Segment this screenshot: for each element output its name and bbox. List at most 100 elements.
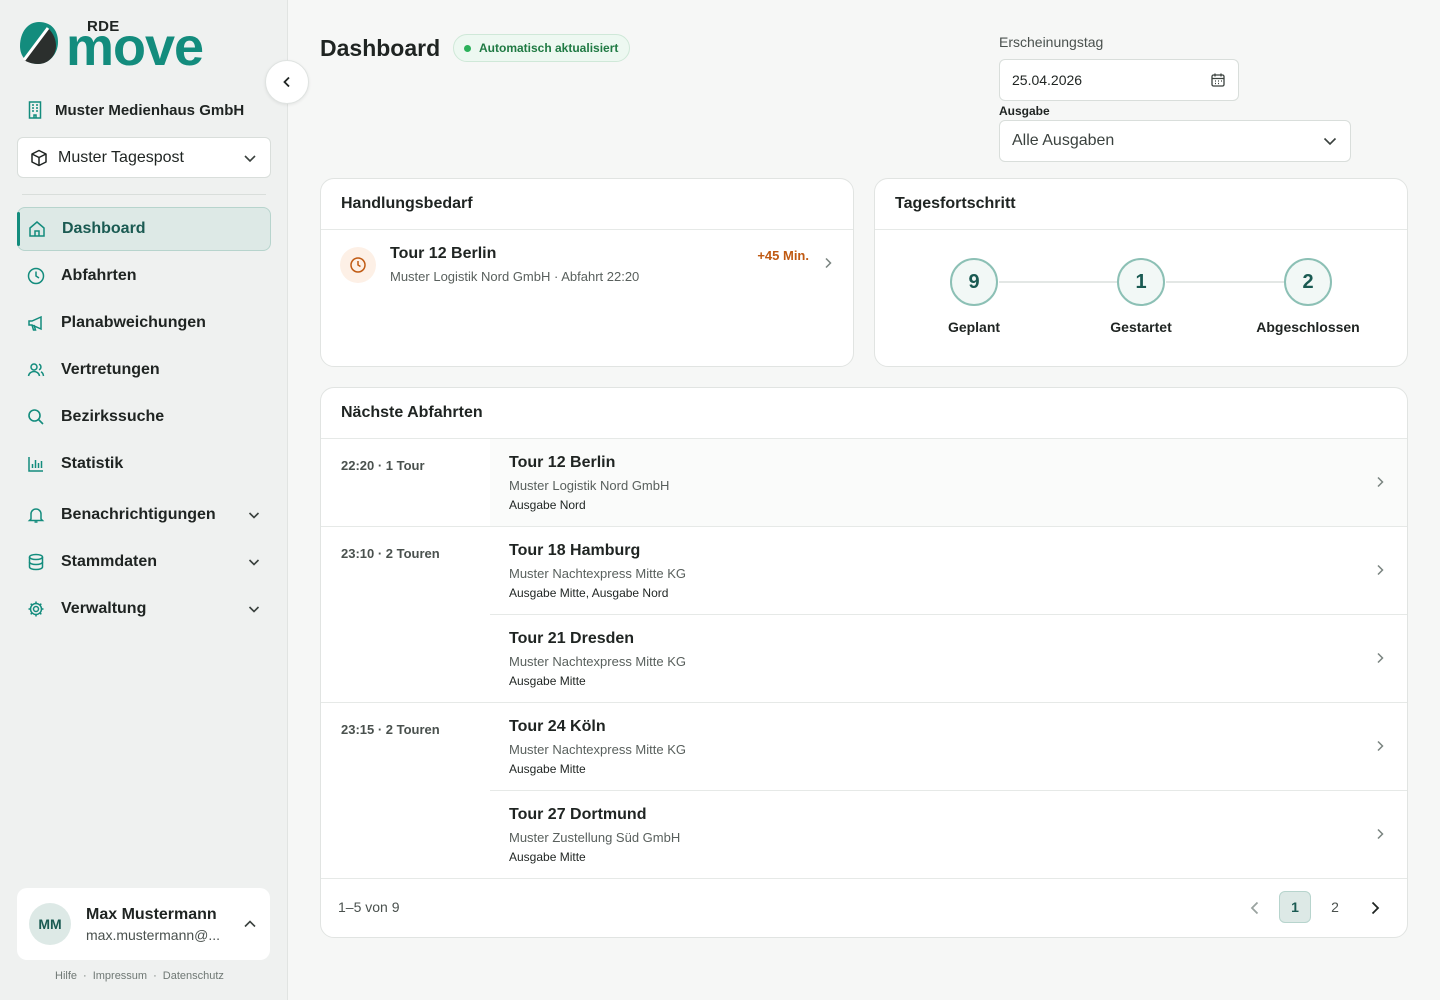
pagination: 1–5 von 9 1 2 [321,879,1407,936]
tour-editions: Ausgabe Mitte [509,850,586,864]
footer-separator: · [83,970,87,982]
nav-item-benachrichtigungen[interactable]: Benachrichtigungen [17,493,271,537]
date-field[interactable]: 25.04.2026 [999,59,1239,101]
brand-name: move [66,17,204,77]
imprint-link[interactable]: Impressum [93,970,147,982]
chevron-up-icon [244,920,256,928]
logo-mark-icon [20,22,58,64]
status-badge-label: Automatisch aktualisiert [479,41,619,55]
megaphone-icon [27,314,45,332]
departure-row[interactable]: 23:15 · 2 Touren Tour 24 Köln Muster Nac… [321,703,1407,791]
nav-label: Stammdaten [61,553,158,570]
action-tour: Tour 12 Berlin [390,245,497,262]
chevron-down-icon [248,512,260,519]
nav-label: Dashboard [62,220,146,237]
app-logo[interactable]: RDE move [18,17,248,77]
tour-editions: Ausgabe Mitte, Ausgabe Nord [509,586,669,600]
previous-page-icon[interactable] [1247,900,1263,916]
tour-company: Muster Logistik Nord GmbH [509,478,670,493]
delay-badge: +45 Min. [757,248,809,263]
tour-company: Muster Nachtexpress Mitte KG [509,742,686,757]
chevron-down-icon [244,154,256,162]
footer-links: Hilfe · Impressum · Datenschutz [55,970,224,982]
chevron-down-icon [1323,137,1337,146]
building-icon [28,101,42,119]
nav-item-vertretungen[interactable]: Vertretungen [17,348,271,392]
edition-select[interactable]: Alle Ausgaben [999,120,1351,162]
step-label-completed: Abgeschlossen [1256,319,1360,335]
bell-icon [27,506,45,524]
nav-item-abfahrten[interactable]: Abfahrten [17,254,271,298]
tour-name: Tour 18 Hamburg [509,542,641,559]
users-icon [27,361,45,379]
card-title: Tagesfortschritt [875,179,1407,230]
user-menu[interactable]: MM Max Mustermann max.mustermann@... [17,888,270,960]
calendar-icon [1211,73,1225,87]
database-icon [27,553,45,571]
sidebar: RDE move Muster Medienhaus GmbH Muster T… [0,0,288,1000]
step-label-started: Gestartet [1110,319,1172,335]
page-button-2[interactable]: 2 [1319,891,1351,923]
main-nav: Dashboard Abfahrten Planabweichungen Ver… [17,207,271,634]
edition-label: Ausgabe [999,104,1050,118]
gear-icon [27,600,45,618]
tour-company: Muster Nachtexpress Mitte KG [509,654,686,669]
pagination-summary: 1–5 von 9 [338,899,400,915]
publication-value: Muster Tagespost [58,148,184,166]
chevron-right-icon [1377,564,1384,576]
chevron-down-icon [248,606,260,613]
user-email: max.mustermann@... [86,926,221,943]
clock-icon [27,267,45,285]
nav-label: Abfahrten [61,267,137,284]
page-title: Dashboard [320,35,441,61]
nav-item-stammdaten[interactable]: Stammdaten [17,540,271,584]
bar-chart-icon [27,455,45,473]
next-departures-card: Nächste Abfahrten 22:20 · 1 Tour Tour 12… [320,387,1408,938]
step-count-planned: 9 [950,258,998,306]
nav-item-planabweichungen[interactable]: Planabweichungen [17,301,271,345]
help-link[interactable]: Hilfe [55,970,77,982]
departure-time: 22:20 · 1 Tour [341,458,425,473]
date-label: Erscheinungstag [999,34,1104,50]
date-value: 25.04.2026 [1012,72,1083,88]
clock-icon [340,247,376,283]
tour-name: Tour 27 Dortmund [509,806,647,823]
step-label-planned: Geplant [947,319,1001,335]
collapse-sidebar-button[interactable] [265,60,309,104]
tour-company: Muster Nachtexpress Mitte KG [509,566,686,581]
action-needed-card: Handlungsbedarf Tour 12 Berlin Muster Lo… [320,178,854,367]
nav-item-bezirkssuche[interactable]: Bezirkssuche [17,395,271,439]
package-icon [31,149,47,166]
chevron-right-icon [1377,740,1384,752]
organization: Muster Medienhaus GmbH [28,101,244,119]
nav-item-verwaltung[interactable]: Verwaltung [17,587,271,631]
footer-separator: · [153,970,157,982]
tour-name: Tour 24 Köln [509,718,606,735]
progress-connector [1166,281,1285,283]
departure-row[interactable]: Tour 21 Dresden Muster Nachtexpress Mitt… [321,615,1407,703]
page-button-1[interactable]: 1 [1279,891,1311,923]
progress-card: Tagesfortschritt 9 1 2 Geplant Gestartet… [874,178,1408,367]
nav-item-dashboard[interactable]: Dashboard [17,207,271,251]
next-page-icon[interactable] [1367,900,1383,916]
chevron-left-icon [283,76,290,88]
chevron-right-icon [1377,476,1384,488]
nav-label: Vertretungen [61,361,160,378]
chevron-down-icon [248,559,260,566]
departure-row[interactable]: 22:20 · 1 Tour Tour 12 Berlin Muster Log… [321,439,1407,527]
nav-label: Statistik [61,455,124,472]
publication-select[interactable]: Muster Tagespost [17,137,271,178]
tour-editions: Ausgabe Mitte [509,762,586,776]
nav-label: Benachrichtigungen [61,506,216,523]
nav-item-statistik[interactable]: Statistik [17,442,271,486]
tour-editions: Ausgabe Mitte [509,674,586,688]
departure-row[interactable]: 23:10 · 2 Touren Tour 18 Hamburg Muster … [321,527,1407,615]
avatar: MM [29,903,71,945]
progress-stepper: 9 1 2 Geplant Gestartet Abgeschlossen [875,230,1407,365]
action-item[interactable]: Tour 12 Berlin Muster Logistik Nord GmbH… [321,230,853,300]
departure-row[interactable]: Tour 27 Dortmund Muster Zustellung Süd G… [321,791,1407,879]
departure-time: 23:10 · 2 Touren [341,546,440,561]
step-count-started: 1 [1117,258,1165,306]
privacy-link[interactable]: Datenschutz [163,970,224,982]
nav-label: Verwaltung [61,600,147,617]
